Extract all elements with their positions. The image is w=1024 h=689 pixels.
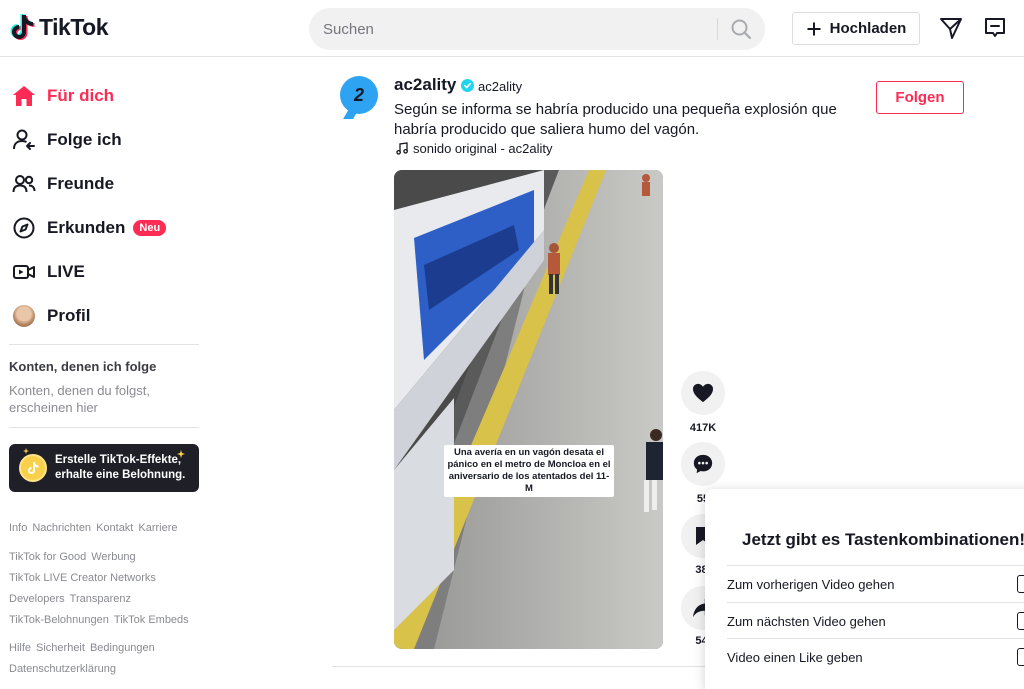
footer-links-1: Info Nachrichten Kontakt Karriere	[9, 518, 209, 539]
verified-icon	[461, 79, 474, 92]
following-empty-text: Konten, denen du folgst, erscheinen hier	[9, 383, 150, 415]
footer-link[interactable]: Sicherheit	[36, 642, 85, 654]
footer-link[interactable]: TikTok Embeds	[114, 614, 189, 626]
key-icon	[1017, 648, 1024, 666]
coin-icon	[19, 454, 47, 482]
effects-promo-banner[interactable]: Erstelle TikTok-Effekte, erhalte eine Be…	[9, 444, 199, 492]
author-avatar[interactable]: 2	[340, 76, 378, 114]
key-icon	[1017, 612, 1024, 630]
author-name[interactable]: ac2ality	[394, 75, 456, 95]
sidebar: Für dich Folge ich Freunde Erkunden Neu …	[0, 57, 210, 679]
plus-icon	[807, 22, 821, 35]
nav-label: Erkunden	[47, 218, 126, 237]
nav-label: Freunde	[47, 174, 115, 193]
music-note-icon	[396, 142, 408, 155]
following-heading: Konten, denen ich folge	[9, 359, 157, 374]
shortcut-row: Zum nächsten Video gehen	[727, 602, 1024, 639]
shortcut-row: Video einen Like geben	[727, 638, 1024, 675]
nav-label: Profil	[47, 306, 91, 325]
shortcuts-panel: Jetzt gibt es Tastenkombinationen! Zum v…	[705, 489, 1024, 689]
footer-link[interactable]: Transparenz	[70, 593, 131, 605]
upload-label: Hochladen	[829, 20, 907, 37]
following-icon	[12, 129, 35, 150]
nav-friends[interactable]: Freunde	[11, 166, 114, 202]
search-divider	[717, 18, 718, 40]
footer-links-3: Hilfe Sicherheit Bedingungen Datenschutzer…	[9, 638, 209, 680]
shortcut-label: Zum nächsten Video gehen	[727, 613, 886, 629]
author-handle[interactable]: ac2ality	[478, 79, 522, 94]
tiktok-logo-icon	[10, 14, 35, 40]
nav-profile[interactable]: Profil	[11, 298, 90, 334]
heart-icon	[693, 383, 713, 403]
footer-link[interactable]: TikTok for Good	[9, 551, 86, 563]
divider	[9, 344, 199, 345]
compass-icon	[13, 217, 34, 239]
key-icon	[1017, 575, 1024, 593]
live-icon	[12, 265, 35, 279]
follow-button[interactable]: Folgen	[876, 81, 964, 114]
footer-links-2: TikTok for Good Werbung TikTok LIVE Creat…	[9, 547, 209, 631]
nav-label: Folge ich	[47, 130, 122, 149]
search-icon[interactable]	[729, 17, 753, 41]
footer-link[interactable]: Bedingungen	[90, 642, 155, 654]
footer-link[interactable]: Hilfe	[9, 642, 31, 654]
shortcut-label: Zum vorherigen Video gehen	[727, 576, 895, 592]
like-button[interactable]	[681, 371, 725, 415]
promo-line-2: erhalte eine Belohnung.	[55, 469, 186, 481]
footer-link[interactable]: Kontakt	[96, 522, 133, 534]
footer-link[interactable]: TikTok-Belohnungen	[9, 614, 109, 626]
avatar	[12, 305, 35, 327]
comment-icon	[693, 454, 713, 474]
nav-label: LIVE	[47, 262, 85, 281]
sparkle-icon	[177, 450, 185, 458]
search-input[interactable]	[323, 8, 713, 50]
video-overlay-caption: Una avería en un vagón desata el pánico …	[444, 445, 614, 497]
shortcuts-title: Jetzt gibt es Tastenkombinationen!	[742, 530, 1024, 549]
sparkle-icon	[23, 448, 29, 454]
search-bar	[309, 8, 765, 50]
like-count: 417K	[689, 422, 717, 434]
video-player[interactable]	[394, 170, 663, 649]
footer-link[interactable]: Werbung	[91, 551, 135, 563]
tiktok-logo[interactable]: TikTok	[9, 13, 109, 41]
promo-text: Erstelle TikTok-Effekte, erhalte eine Be…	[55, 453, 185, 483]
shortcut-label: Video einen Like geben	[727, 649, 863, 665]
footer-link[interactable]: Datenschutzerklärung	[9, 663, 116, 675]
nav-live[interactable]: LIVE	[11, 254, 85, 290]
comment-button[interactable]	[681, 442, 725, 486]
sound-link[interactable]: sonido original - ac2ality	[396, 141, 552, 156]
footer-link[interactable]: Nachrichten	[32, 522, 91, 534]
video-frame	[394, 170, 663, 649]
inbox-icon[interactable]	[983, 16, 1007, 40]
promo-line-1: Erstelle TikTok-Effekte,	[55, 454, 182, 466]
messages-icon[interactable]	[939, 16, 963, 40]
nav-explore[interactable]: Erkunden Neu	[11, 210, 167, 246]
nav-for-you[interactable]: Für dich	[11, 78, 114, 114]
new-badge: Neu	[133, 220, 167, 236]
nav-label: Für dich	[47, 86, 115, 105]
sound-label: sonido original - ac2ality	[413, 141, 553, 156]
footer-link[interactable]: Karriere	[138, 522, 177, 534]
post-caption: Según se informa se habría producido una…	[394, 101, 837, 138]
avatar-text: 2	[353, 84, 364, 105]
divider	[9, 427, 199, 428]
shortcut-row: Zum vorherigen Video gehen	[727, 565, 1024, 602]
tiktok-note-icon	[28, 462, 39, 474]
footer-link[interactable]: Info	[9, 522, 27, 534]
footer-link[interactable]: TikTok LIVE Creator Networks	[9, 572, 156, 584]
nav-following[interactable]: Folge ich	[11, 122, 122, 158]
home-icon	[12, 86, 35, 106]
top-bar: TikTok Hochladen	[0, 0, 1024, 57]
upload-button[interactable]: Hochladen	[792, 12, 920, 45]
logo-text: TikTok	[39, 13, 109, 40]
friends-icon	[12, 175, 35, 193]
footer-link[interactable]: Developers	[9, 593, 65, 605]
